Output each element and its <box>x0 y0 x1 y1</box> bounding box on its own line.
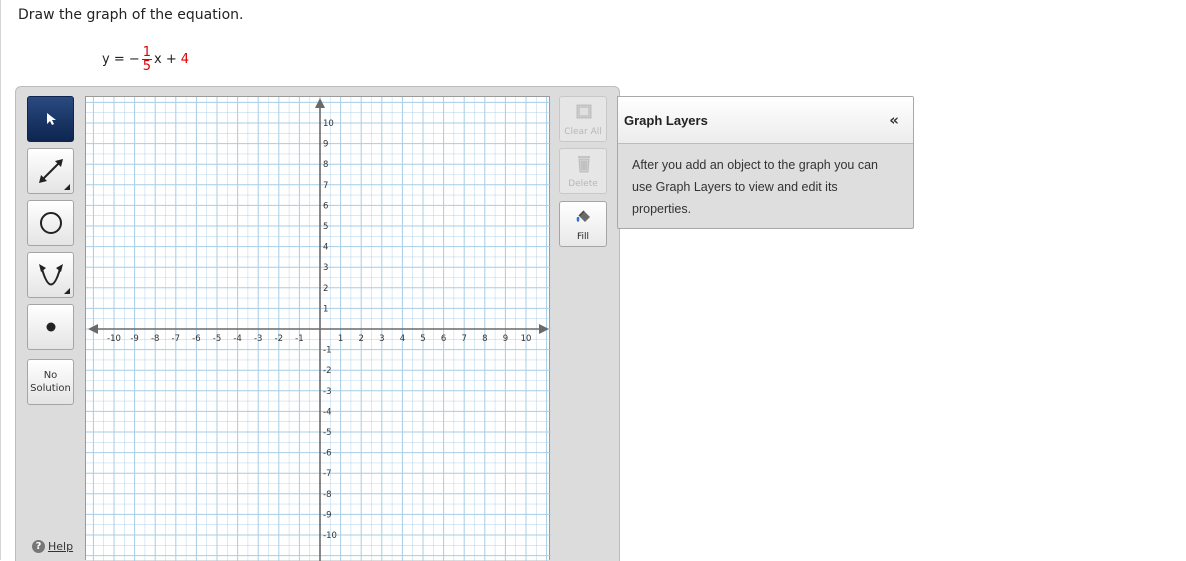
help-label: Help <box>48 540 74 553</box>
circle-tool-button[interactable] <box>27 200 74 246</box>
equation-fraction: 1 5 <box>141 44 153 74</box>
y-tick-label: -4 <box>323 407 331 417</box>
graph-layers-panel: Graph Layers « After you add an object t… <box>617 96 914 229</box>
x-tick-label: 5 <box>420 334 425 344</box>
y-tick-label: 5 <box>323 222 328 232</box>
graph-layers-description: After you add an object to the graph you… <box>632 158 879 216</box>
y-tick-label: 6 <box>323 201 328 211</box>
instruction-text: Draw the graph of the equation. <box>18 7 244 23</box>
clear-all-icon <box>576 104 592 119</box>
circle-icon <box>39 212 62 234</box>
y-tick-label: 8 <box>323 160 328 170</box>
y-tick-label: -7 <box>323 469 331 479</box>
y-tick-label: 4 <box>323 243 328 253</box>
trash-icon <box>578 156 590 173</box>
graph-layers-header: Graph Layers « <box>618 97 913 144</box>
equation-constant: 4 <box>180 51 190 67</box>
line-segment-icon <box>38 159 63 183</box>
y-tick-label: 7 <box>323 181 328 191</box>
fraction-denominator: 5 <box>142 58 152 74</box>
no-solution-label: No Solution <box>30 370 71 394</box>
equation-lhs: y = − <box>102 51 140 67</box>
y-tick-label: 3 <box>323 263 328 273</box>
x-axis-arrow-right <box>539 324 549 334</box>
x-tick-label: -8 <box>151 334 159 344</box>
left-toolbar: No Solution <box>27 96 76 560</box>
arrow-cursor-icon <box>46 113 56 125</box>
point-tool-button[interactable] <box>27 304 74 350</box>
y-tick-label: -3 <box>323 387 331 397</box>
x-tick-label: -3 <box>254 334 262 344</box>
clear-all-button[interactable]: Clear All <box>559 96 607 142</box>
point-icon <box>46 322 55 332</box>
x-tick-label: 4 <box>400 334 405 344</box>
y-tick-label: -10 <box>323 531 337 541</box>
parabola-icon <box>38 264 63 286</box>
y-tick-label: -5 <box>323 428 331 438</box>
tool-options-indicator <box>64 288 70 294</box>
page-left-border <box>0 0 1 560</box>
x-tick-label: 8 <box>482 334 487 344</box>
graph-layers-title: Graph Layers <box>624 112 708 128</box>
y-tick-label: -8 <box>323 490 331 500</box>
x-tick-label: -2 <box>275 334 283 344</box>
y-tick-label: 10 <box>323 119 334 129</box>
y-tick-label: -1 <box>323 346 331 356</box>
no-solution-button[interactable]: No Solution <box>27 359 74 405</box>
coordinate-grid[interactable]: -10 -9 -8 -7 -6 -5 -4 -3 -2 -1 1 2 3 4 5 6 7 8 9 10 10 9 8 7 6 5 4… <box>86 97 551 561</box>
x-tick-label: 2 <box>358 334 363 344</box>
fraction-numerator: 1 <box>141 44 153 60</box>
x-tick-label: -7 <box>172 334 180 344</box>
x-tick-label: -5 <box>213 334 221 344</box>
x-tick-label: 3 <box>379 334 384 344</box>
x-tick-label: 7 <box>461 334 466 344</box>
x-tick-label: 10 <box>521 334 532 344</box>
fill-button[interactable]: Fill <box>559 201 607 247</box>
y-tick-label: -6 <box>323 449 331 459</box>
x-tick-label: -10 <box>107 334 121 344</box>
clear-all-label: Clear All <box>564 127 602 137</box>
equation-variable: x + <box>154 51 177 67</box>
help-link[interactable]: ? Help <box>32 540 73 553</box>
x-tick-label: -1 <box>295 334 303 344</box>
x-tick-label: 1 <box>338 334 343 344</box>
tool-options-indicator <box>64 184 70 190</box>
y-tick-label: 2 <box>323 284 328 294</box>
x-tick-label: -4 <box>233 334 241 344</box>
y-tick-label: 9 <box>323 140 328 150</box>
y-tick-label: -9 <box>323 510 331 520</box>
fill-label: Fill <box>576 232 590 242</box>
x-tick-label: 9 <box>503 334 508 344</box>
paint-bucket-icon <box>576 210 590 222</box>
y-axis-arrow-up <box>315 98 325 108</box>
y-tick-label: -2 <box>323 366 331 376</box>
delete-label: Delete <box>568 179 598 189</box>
help-icon: ? <box>32 540 45 553</box>
equation: y = − 1 5 x + 4 <box>102 41 189 77</box>
line-tool-button[interactable] <box>27 148 74 194</box>
y-tick-label: 1 <box>323 304 328 314</box>
collapse-icon[interactable]: « <box>889 111 899 129</box>
graph-canvas[interactable]: -10 -9 -8 -7 -6 -5 -4 -3 -2 -1 1 2 3 4 5 6 7 8 9 10 10 9 8 7 6 5 4… <box>85 96 551 561</box>
parabola-tool-button[interactable] <box>27 252 74 298</box>
delete-button[interactable]: Delete <box>559 148 607 194</box>
x-tick-label: 6 <box>441 334 446 344</box>
x-tick-label: -6 <box>192 334 200 344</box>
x-tick-label: -9 <box>130 334 138 344</box>
select-tool-button[interactable] <box>27 96 74 142</box>
